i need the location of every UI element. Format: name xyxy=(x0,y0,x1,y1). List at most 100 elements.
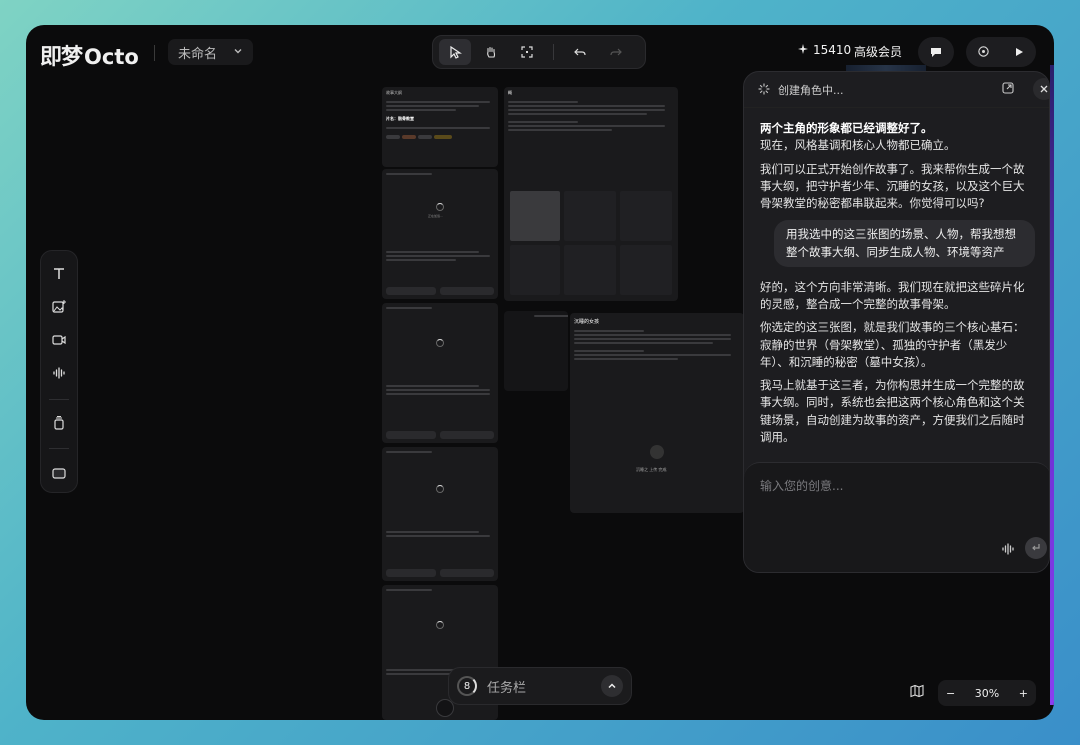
story-outline-card[interactable]: 故事大纲 片名：骸骨教堂 xyxy=(382,87,498,167)
text-line xyxy=(386,101,491,103)
waveform-icon xyxy=(53,367,65,379)
header-divider xyxy=(154,45,155,61)
rectangle-icon xyxy=(52,467,66,479)
zoom-control: − 30% + xyxy=(938,680,1036,706)
image-tool-button[interactable] xyxy=(44,294,74,321)
hand-tool-button[interactable] xyxy=(475,39,507,65)
redo-icon xyxy=(610,48,622,56)
text-line xyxy=(508,105,665,107)
card-action-button[interactable] xyxy=(440,431,494,439)
asset-card-2[interactable] xyxy=(382,303,498,443)
text-line xyxy=(386,255,491,257)
text-line xyxy=(386,127,491,129)
image-tile[interactable] xyxy=(510,245,560,295)
text-line xyxy=(508,125,665,127)
logo-cn: 即梦 xyxy=(40,44,83,70)
project-name-select[interactable]: 未命名 xyxy=(168,39,254,65)
text-line xyxy=(508,101,578,103)
text-line xyxy=(386,307,433,309)
user-message: 用我选中的这三张图的场景、人物，帮我想想整个故事大纲、同步生成人物、环境等资产 xyxy=(774,220,1035,267)
expand-task-bar-button[interactable] xyxy=(601,675,623,697)
sleeping-girl-card[interactable]: 沉睡的女孩 沉睡之 上传 完成 xyxy=(570,313,744,513)
canvas-add-node-button[interactable] xyxy=(436,699,454,717)
membership-label[interactable]: 高级会员 xyxy=(854,43,902,60)
assistant-chat-panel: 创建角色中... 两个主角的形象都已经调整好了。 现在，风格基调和核心人物都已确… xyxy=(743,71,1050,573)
project-name: 未命名 xyxy=(178,46,218,62)
chat-input[interactable]: 输入您的创意... xyxy=(760,477,843,494)
task-count: 8 xyxy=(457,676,477,696)
text-line xyxy=(386,105,479,107)
popout-button[interactable] xyxy=(1001,80,1015,99)
tag xyxy=(418,135,432,139)
chevron-up-icon xyxy=(608,683,616,689)
card-title: 故事大纲 xyxy=(386,90,402,95)
close-chat-button[interactable] xyxy=(1033,78,1049,100)
fit-screen-button[interactable] xyxy=(511,39,543,65)
image-tile[interactable] xyxy=(620,245,672,295)
tag xyxy=(402,135,416,139)
asset-card-3[interactable] xyxy=(382,447,498,581)
audio-tool-button[interactable] xyxy=(44,360,74,387)
text-tool-button[interactable] xyxy=(44,261,74,288)
asset-card-1[interactable]: 正在加载... xyxy=(382,169,498,299)
assistant-message: 现在，风格基调和核心人物都已确立。 xyxy=(760,138,956,153)
preview-controls xyxy=(966,37,1036,67)
credits-value: 15410 xyxy=(813,43,852,57)
frame-tool-button[interactable] xyxy=(44,459,74,486)
image-tile[interactable] xyxy=(564,191,616,241)
zoom-out-button[interactable]: − xyxy=(946,687,955,700)
card-action-button[interactable] xyxy=(386,287,436,295)
zoom-in-button[interactable]: + xyxy=(1019,687,1028,700)
zoom-value[interactable]: 30% xyxy=(975,687,999,700)
text-line xyxy=(508,121,578,123)
assistant-message: 我马上就基于这三者，为你构思并生成一个完整的故事大纲。同时，系统也会把这两个核心… xyxy=(760,378,1025,444)
text-line xyxy=(574,330,644,332)
loading-spinner-icon xyxy=(758,80,770,99)
assistant-message: 好的，这个方向非常清晰。我们现在就把这些碎片化的灵感，整合成一个完整的故事骨架。 xyxy=(760,279,1025,311)
image-tile[interactable] xyxy=(620,191,672,241)
world-setting-card[interactable]: 概 xyxy=(504,87,678,301)
redo-button[interactable] xyxy=(600,39,632,65)
chat-messages: 两个主角的形象都已经调整好了。 现在，风格基调和核心人物都已确立。 我们可以正式… xyxy=(744,108,1049,446)
minimap-button[interactable] xyxy=(910,683,924,702)
task-bar[interactable]: 8 任务栏 xyxy=(448,667,632,705)
app-logo[interactable]: 即梦 Octo xyxy=(40,39,139,71)
card-action-button[interactable] xyxy=(386,431,436,439)
credits-display[interactable]: 15410 xyxy=(798,43,851,57)
enter-icon xyxy=(1032,544,1040,551)
settings-button[interactable] xyxy=(977,43,990,62)
voice-input-button[interactable] xyxy=(1001,541,1015,560)
frame-icon xyxy=(521,46,533,58)
chat-toggle-button[interactable] xyxy=(918,37,954,67)
image-add-icon xyxy=(52,300,66,313)
play-button[interactable] xyxy=(1013,43,1025,62)
tag-row xyxy=(382,131,498,143)
chat-header: 创建角色中... xyxy=(744,72,1049,108)
undo-icon xyxy=(574,48,586,56)
video-tool-button[interactable] xyxy=(44,327,74,354)
image-tile-selected[interactable] xyxy=(510,191,560,241)
assistant-message: 你选定的这三张图，就是我们故事的三个核心基石：寂静的世界（骨架教堂）、孤独的守护… xyxy=(760,320,1025,369)
close-icon xyxy=(1040,85,1048,93)
card-action-button[interactable] xyxy=(440,569,494,577)
thumbnail-card[interactable] xyxy=(504,311,568,391)
chat-input-area[interactable]: 输入您的创意... xyxy=(744,462,1049,572)
cursor-icon xyxy=(450,45,462,59)
toolbar-divider xyxy=(49,448,69,450)
send-button[interactable] xyxy=(1025,537,1047,559)
card-action-button[interactable] xyxy=(386,569,436,577)
text-line xyxy=(386,451,433,453)
text-line xyxy=(386,393,491,395)
task-bar-label: 任务栏 xyxy=(487,680,527,696)
text-line xyxy=(574,350,644,352)
card-action-button[interactable] xyxy=(440,287,494,295)
text-line xyxy=(574,354,731,356)
image-tile[interactable] xyxy=(564,245,616,295)
text-line xyxy=(574,334,731,336)
text-line xyxy=(386,589,433,591)
layers-tool-button[interactable] xyxy=(44,409,74,436)
tag xyxy=(386,135,400,139)
select-tool-button[interactable] xyxy=(439,39,471,65)
undo-button[interactable] xyxy=(564,39,596,65)
text-line xyxy=(386,389,491,391)
